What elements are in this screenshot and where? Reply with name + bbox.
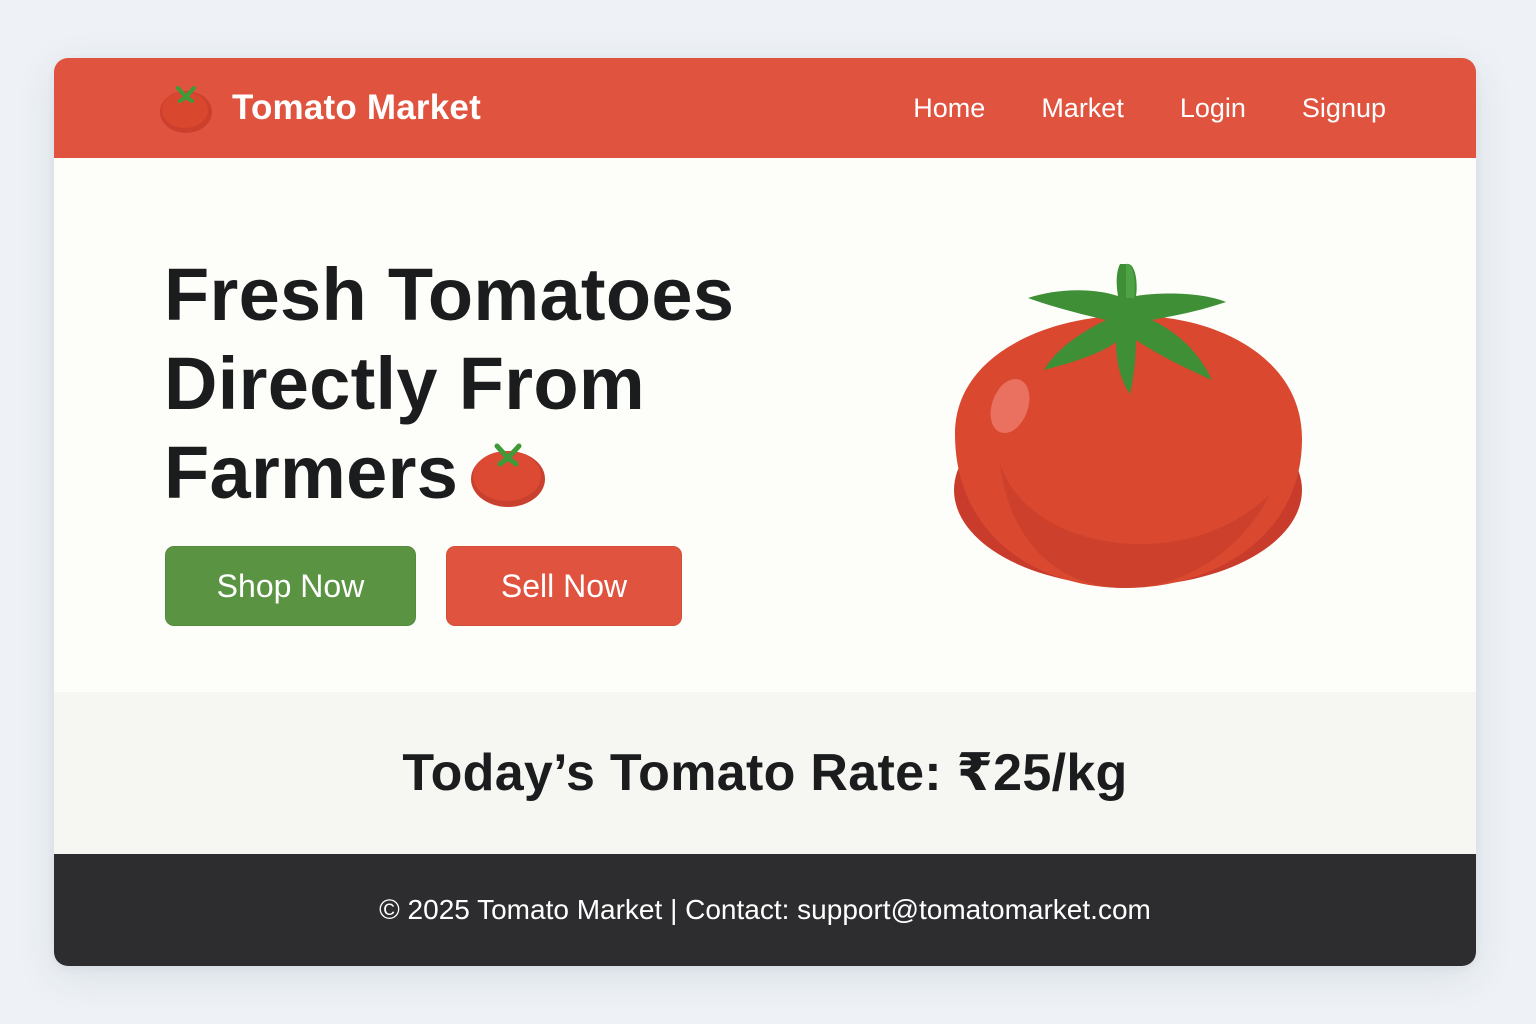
nav-home-link[interactable]: Home: [913, 93, 985, 124]
hero-title-line-1: Fresh Tomatoes: [164, 253, 735, 336]
hero-title-line-3-text: Farmers: [164, 431, 459, 514]
top-navbar: Tomato Market Home Market Login Signup: [54, 58, 1476, 158]
nav-menu: Home Market Login Signup: [913, 58, 1386, 158]
tomato-icon: [160, 86, 212, 133]
hero-title: Fresh Tomatoes Directly From Farmers: [164, 250, 844, 517]
rate-banner: Today’s Tomato Rate: ₹25/kg: [54, 692, 1476, 854]
hero-title-line-3: Farmers: [164, 428, 844, 517]
hero-section: Fresh Tomatoes Directly From Farmers Sho…: [54, 158, 1476, 692]
brand-name: Tomato Market: [232, 88, 481, 127]
tomato-icon: [471, 443, 546, 507]
tomato-rate-text: Today’s Tomato Rate: ₹25/kg: [402, 744, 1128, 802]
page-footer: © 2025 Tomato Market | Contact: support@…: [54, 854, 1476, 966]
hero-title-line-2: Directly From: [164, 342, 645, 425]
brand[interactable]: Tomato Market: [158, 80, 481, 136]
tomato-illustration: [954, 263, 1302, 588]
app-window: Tomato Market Home Market Login Signup F…: [54, 58, 1476, 966]
nav-login-link[interactable]: Login: [1180, 93, 1246, 124]
nav-market-link[interactable]: Market: [1041, 93, 1124, 124]
shop-now-button[interactable]: Shop Now: [165, 546, 416, 626]
nav-signup-link[interactable]: Signup: [1302, 93, 1386, 124]
footer-contact-text: © 2025 Tomato Market | Contact: support@…: [379, 894, 1151, 925]
sell-now-button[interactable]: Sell Now: [446, 546, 682, 626]
